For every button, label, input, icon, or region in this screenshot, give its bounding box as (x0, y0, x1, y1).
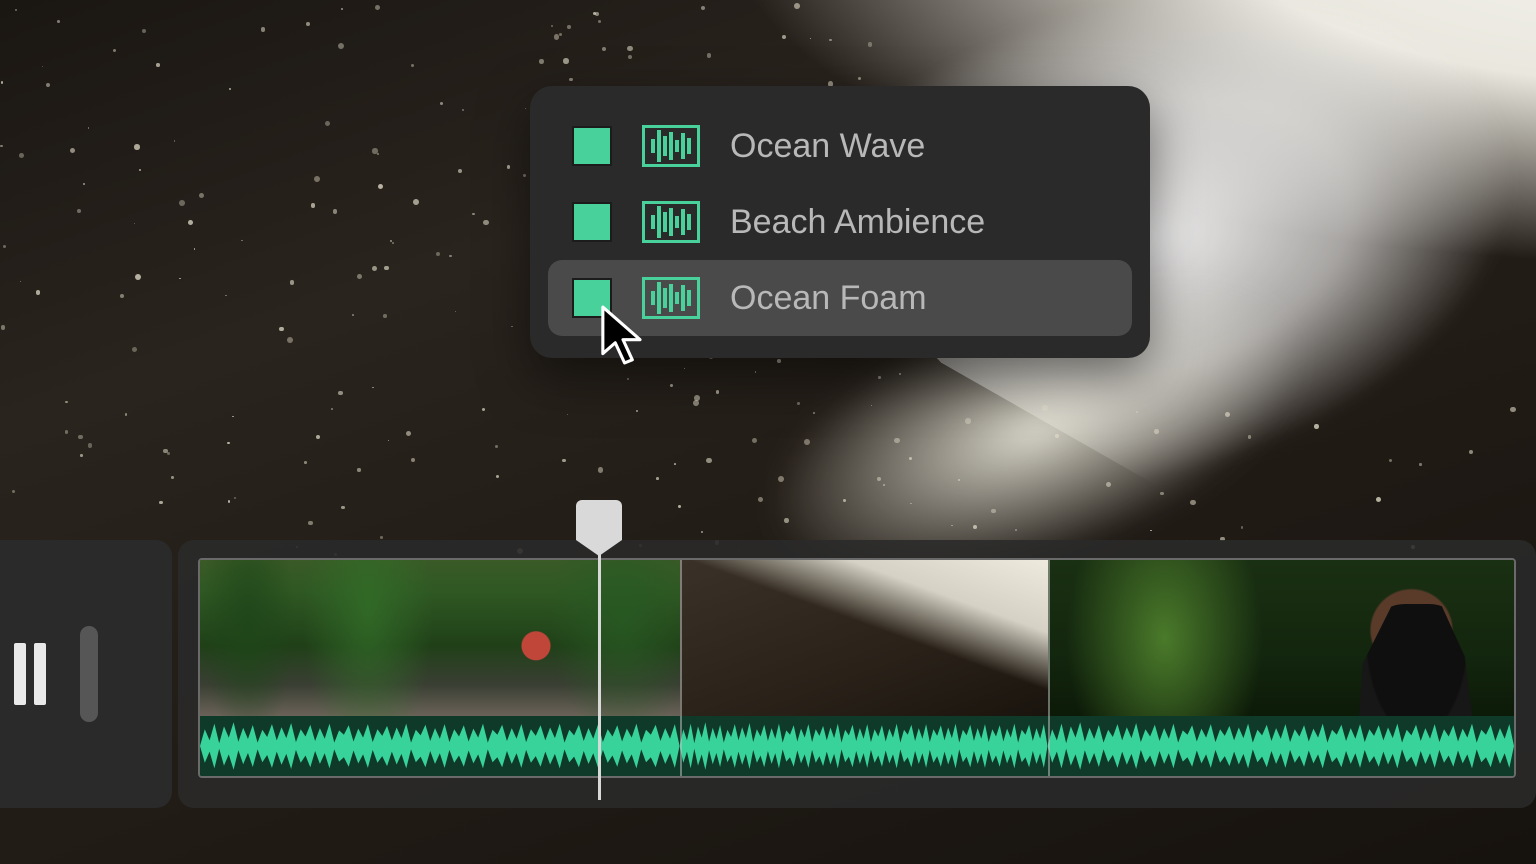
waveform-icon (642, 277, 700, 319)
clip-thumbnail (200, 560, 680, 716)
clip-audio-waveform (680, 716, 1048, 776)
menu-item-label: Beach Ambience (730, 203, 985, 242)
clip-audio-waveform (1048, 716, 1514, 776)
color-chip (572, 202, 612, 242)
clip-jungle[interactable] (200, 560, 680, 776)
clip-separator (680, 560, 682, 776)
menu-item-beach-ambience[interactable]: Beach Ambience (548, 184, 1132, 260)
menu-item-ocean-wave[interactable]: Ocean Wave (548, 108, 1132, 184)
pause-icon[interactable] (14, 643, 46, 705)
clip-thumbnail (680, 560, 1048, 716)
waveform-icon (642, 201, 700, 243)
clip-row[interactable] (198, 558, 1516, 778)
cursor-icon (598, 304, 648, 366)
timeline-panel (0, 540, 1536, 808)
panel-drag-handle[interactable] (80, 626, 98, 722)
timeline-track-area[interactable] (178, 540, 1536, 808)
menu-item-label: Ocean Wave (730, 127, 925, 166)
waveform-icon (642, 125, 700, 167)
clip-thumbnail (1048, 560, 1514, 716)
clip-beach[interactable] (680, 560, 1048, 776)
clip-audio-waveform (200, 716, 680, 776)
color-chip (572, 126, 612, 166)
menu-item-label: Ocean Foam (730, 279, 927, 318)
clip-separator (1048, 560, 1050, 776)
timeline-controls (0, 540, 172, 808)
clip-portrait[interactable] (1048, 560, 1514, 776)
